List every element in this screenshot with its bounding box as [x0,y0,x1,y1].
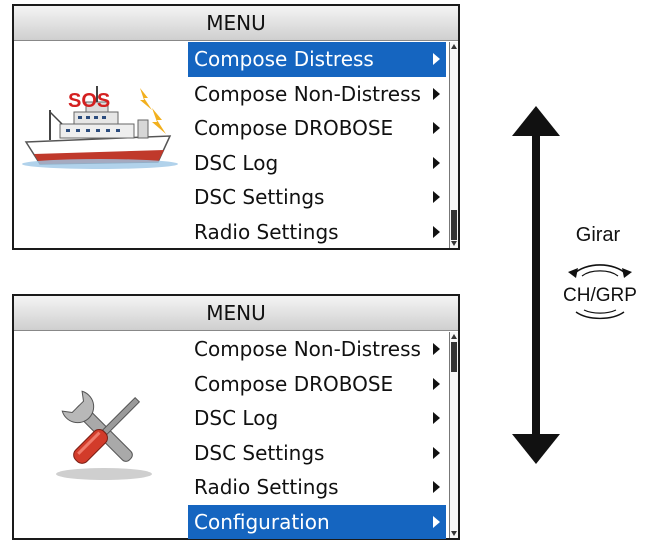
rotate-instruction: Girar [575,224,621,246]
menu-item-label: Compose Distress [194,47,374,71]
menu-item-label: Compose DROBOSE [194,116,394,140]
chevron-right-icon [433,225,440,238]
menu-item-compose-drobose[interactable]: Compose DROBOSE [188,367,446,402]
menu-item-label: DSC Log [194,406,279,430]
chevron-right-icon [433,377,440,390]
menu-item-compose-non-distress[interactable]: Compose Non-Distress [188,77,446,112]
menu-item-configuration[interactable]: Configuration [188,504,446,539]
menu-list: Compose Distress Compose Non-Distress Co… [188,42,446,249]
menu-item-dsc-log[interactable]: DSC Log [188,401,446,436]
menu-item-radio-settings[interactable]: Radio Settings [188,215,446,250]
menu-title: MENU [14,6,458,41]
menu-item-label: Radio Settings [194,219,339,244]
menu-item-label: DSC Log [194,150,279,175]
tools-illustration [44,378,164,488]
scrollbar[interactable] [449,42,458,248]
scroll-up-icon[interactable] [451,44,457,49]
chevron-right-icon [433,412,440,424]
menu-item-radio-settings[interactable]: Radio Settings [188,470,446,505]
menu-item-label: DSC Settings [194,440,325,465]
scroll-thumb[interactable] [451,342,457,372]
chevron-right-icon [433,191,440,203]
menu-item-label: Radio Settings [194,475,339,499]
menu-item-label: Compose DROBOSE [194,371,394,396]
chevron-right-icon [433,481,440,493]
scrollbar[interactable] [449,332,458,538]
chevron-right-icon [433,446,440,459]
menu-title: MENU [14,296,458,331]
scroll-thumb[interactable] [451,210,457,240]
chevron-right-icon [433,515,440,528]
chevron-right-icon [433,156,440,169]
menu-panel-bottom: MENU Compose Non-Distress Compose DROBOS… [12,294,460,540]
menu-item-label: Compose Non-Distress [194,337,421,361]
menu-item-dsc-settings[interactable]: DSC Settings [188,180,446,215]
sos-label: SOS [68,90,111,112]
menu-item-label: Configuration [194,509,330,534]
scroll-down-icon[interactable] [451,531,457,536]
menu-item-label: DSC Settings [194,185,325,209]
chevron-right-icon [433,122,440,134]
chevron-right-icon [433,343,440,355]
menu-item-compose-non-distress[interactable]: Compose Non-Distress [188,332,446,367]
knob-label: CH/GRP [563,285,637,306]
menu-item-label: Compose Non-Distress [194,81,421,106]
menu-item-compose-distress[interactable]: Compose Distress [188,42,446,77]
menu-list: Compose Non-Distress Compose DROBOSE DSC… [188,332,446,539]
menu-item-dsc-settings[interactable]: DSC Settings [188,436,446,471]
scroll-down-icon[interactable] [451,241,457,246]
scroll-up-icon[interactable] [451,334,457,339]
menu-item-dsc-log[interactable]: DSC Log [188,146,446,181]
chevron-right-icon [433,53,440,65]
chevron-right-icon [433,87,440,100]
menu-item-compose-drobose[interactable]: Compose DROBOSE [188,111,446,146]
menu-panel-top: MENU SOS Compose Distress Compose Non-Di… [12,4,460,250]
